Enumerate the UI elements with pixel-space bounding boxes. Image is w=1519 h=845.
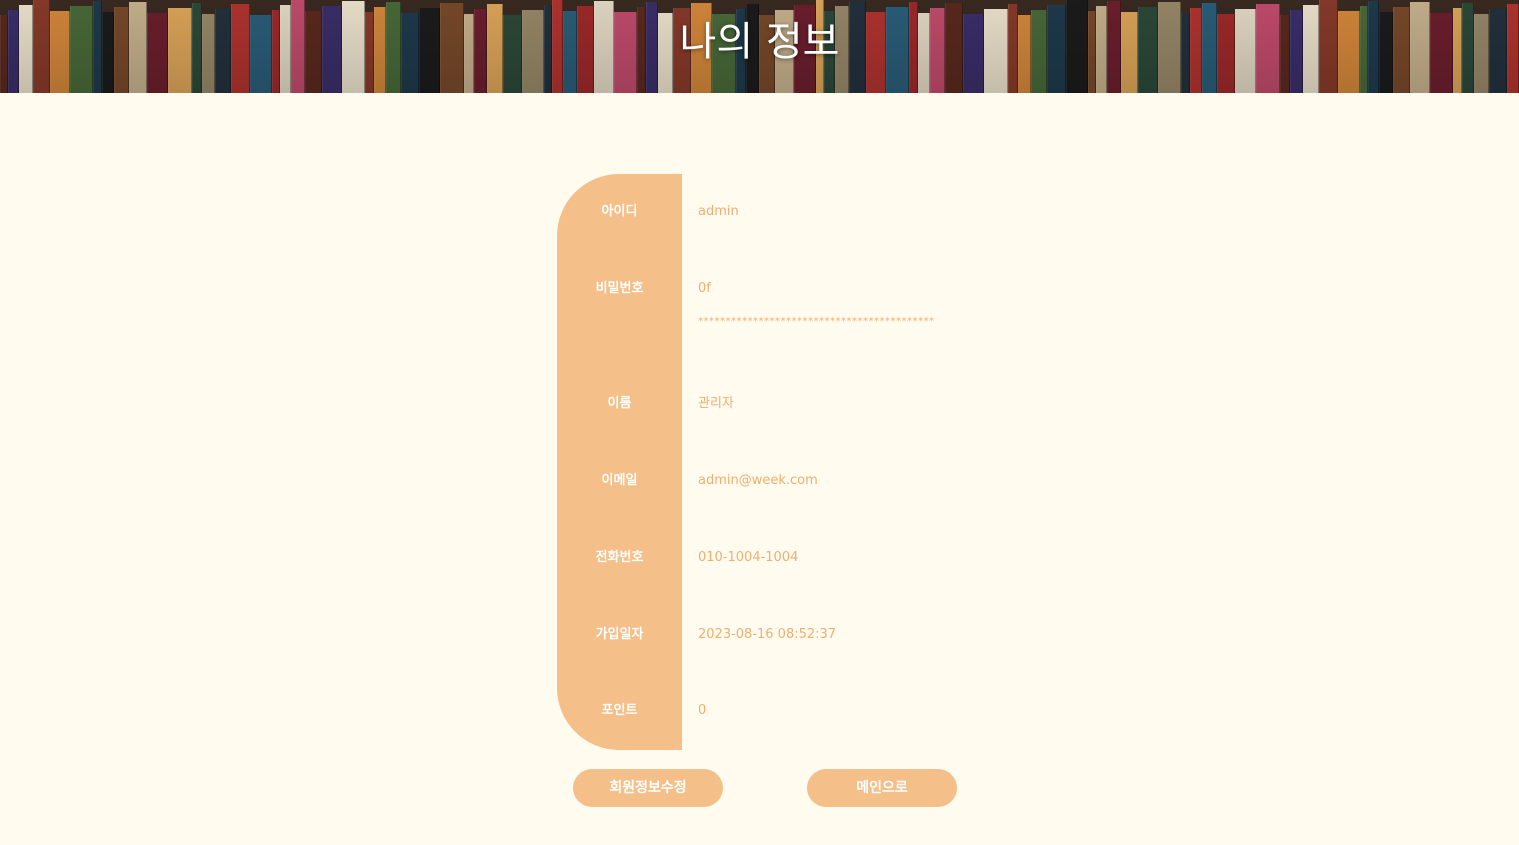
header-banner: 나의 정보 bbox=[0, 0, 1519, 93]
go-main-button[interactable]: 메인으로 bbox=[807, 769, 957, 807]
edit-profile-button[interactable]: 회원정보수정 bbox=[573, 769, 723, 807]
value-phone: 010-1004-1004 bbox=[698, 550, 799, 565]
value-password: 0f bbox=[698, 281, 711, 296]
value-email: admin@week.com bbox=[698, 473, 818, 488]
value-name: 관리자 bbox=[698, 396, 734, 411]
value-join-date: 2023-08-16 08:52:37 bbox=[698, 627, 837, 642]
label-column bbox=[557, 174, 682, 750]
label-points: 포인트 bbox=[601, 703, 638, 718]
label-password: 비밀번호 bbox=[595, 281, 644, 296]
label-phone: 전화번호 bbox=[595, 550, 644, 565]
label-email: 이메일 bbox=[601, 473, 638, 488]
page-title: 나의 정보 bbox=[679, 19, 840, 65]
label-id: 아이디 bbox=[601, 204, 638, 219]
label-name: 이름 bbox=[607, 396, 632, 411]
value-id: admin bbox=[698, 204, 739, 219]
label-join-date: 가입일자 bbox=[595, 627, 644, 642]
password-mask: ****************************************… bbox=[698, 316, 935, 327]
value-points: 0 bbox=[698, 703, 707, 718]
profile-info-table: 아이디 admin 비밀번호 0f **********************… bbox=[557, 174, 1037, 750]
